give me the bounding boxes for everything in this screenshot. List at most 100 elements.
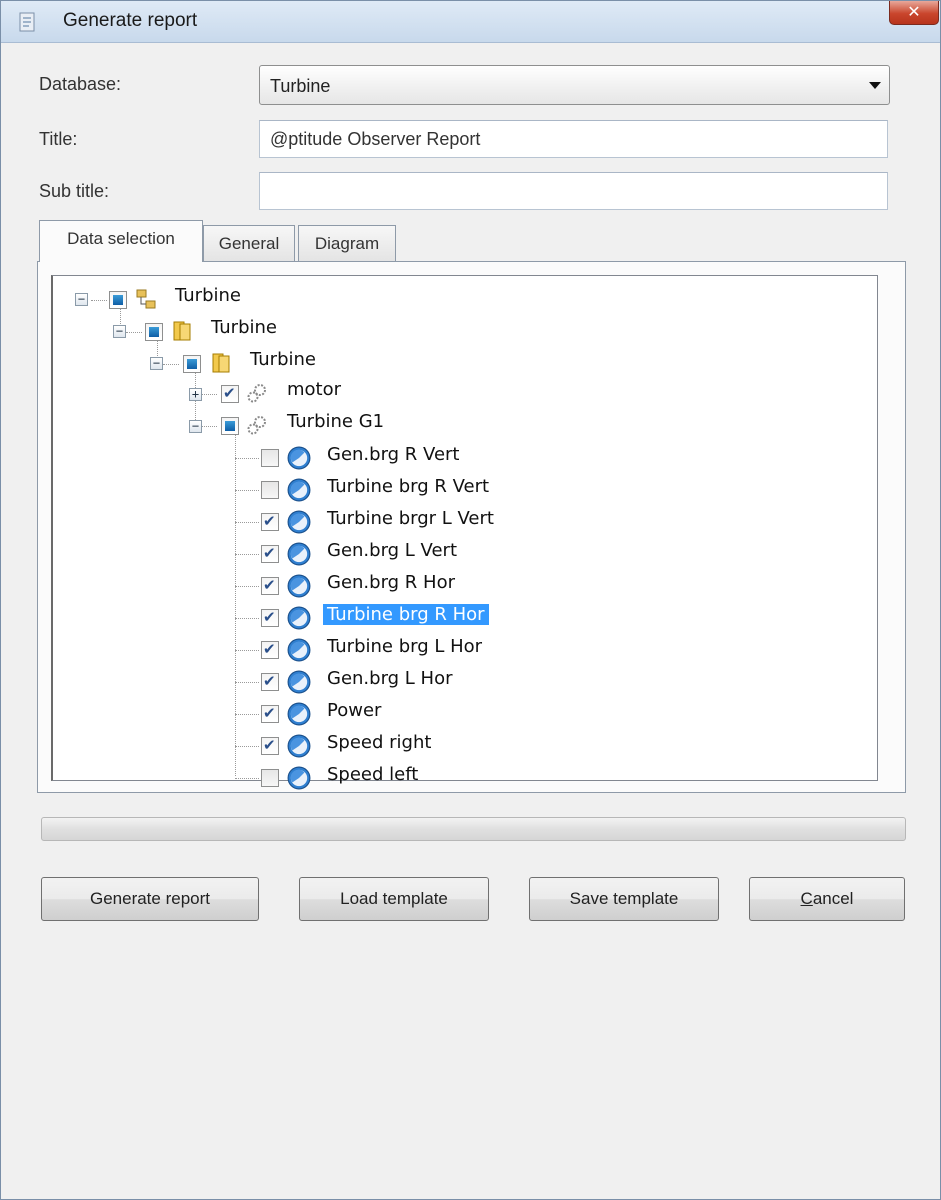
subtitle-field-box: [259, 172, 888, 210]
save-template-button[interactable]: Save template: [529, 877, 719, 921]
tree-connector: [235, 778, 259, 779]
measurement-point-icon: [287, 446, 311, 470]
point-checkbox[interactable]: [261, 769, 279, 787]
tree-node-label[interactable]: Turbine: [175, 285, 241, 306]
point-label[interactable]: Gen.brg R Hor: [327, 572, 455, 593]
tab-data-selection[interactable]: Data selection: [39, 220, 203, 262]
point-checkbox[interactable]: [261, 512, 279, 531]
collapse-toggle[interactable]: −: [189, 420, 202, 433]
point-checkbox[interactable]: [261, 672, 279, 691]
tab-diagram[interactable]: Diagram: [298, 225, 396, 263]
data-tree[interactable]: − Turbine − Turbine − Turbine + ✔ motor …: [51, 275, 878, 790]
point-checkbox[interactable]: [261, 608, 279, 627]
button-label: ancel: [812, 889, 854, 908]
tree-node-label[interactable]: Turbine G1: [287, 411, 384, 432]
point-checkbox[interactable]: [261, 736, 279, 755]
close-button[interactable]: ✕: [889, 1, 939, 25]
generate-report-dialog: Generate report ✕ Database: Turbine Titl…: [0, 0, 941, 1200]
expand-toggle[interactable]: +: [189, 388, 202, 401]
gears-icon: [247, 416, 266, 435]
title-input[interactable]: [260, 121, 887, 157]
access-key: C: [800, 889, 813, 908]
point-label[interactable]: Turbine brgr L Vert: [327, 508, 494, 529]
tree-connector: [163, 364, 179, 365]
tab-label: Data selection: [67, 229, 175, 248]
measurement-point-icon: [287, 574, 311, 598]
button-label: Generate report: [89, 889, 210, 908]
point-checkbox[interactable]: [261, 640, 279, 659]
measurement-point-icon: [287, 638, 311, 662]
database-value: Turbine: [270, 76, 331, 96]
generate-report-button[interactable]: Generate report: [41, 877, 259, 921]
report-app-icon: [19, 12, 35, 32]
point-label[interactable]: Power: [327, 700, 381, 721]
tab-label: General: [218, 234, 280, 253]
tree-node-label[interactable]: motor: [287, 379, 341, 400]
tree-checkbox[interactable]: [145, 323, 163, 341]
point-checkbox[interactable]: [261, 481, 279, 499]
tree-checkbox[interactable]: [109, 291, 127, 309]
button-label: Save template: [569, 889, 679, 908]
folder-icon: [173, 321, 191, 341]
close-icon: ✕: [907, 2, 921, 21]
measurement-point-icon: [287, 702, 311, 726]
tree-node-label[interactable]: Turbine: [211, 317, 277, 338]
point-label[interactable]: Gen.brg L Vert: [327, 540, 457, 561]
tree-connector: [235, 554, 259, 555]
database-icon: [136, 289, 156, 309]
tree-connector: [235, 586, 259, 587]
tree-connector: [126, 332, 142, 333]
load-template-button[interactable]: Load template: [299, 877, 489, 921]
point-label[interactable]: Turbine brg L Hor: [327, 636, 482, 657]
measurement-point-icon: [287, 766, 311, 790]
point-label[interactable]: Gen.brg L Hor: [327, 668, 453, 689]
tree-connector: [201, 394, 217, 395]
collapse-toggle[interactable]: −: [113, 325, 126, 338]
tree-checkbox[interactable]: [221, 384, 239, 403]
chevron-down-icon[interactable]: [869, 82, 881, 89]
button-label: Load template: [340, 889, 448, 908]
tab-general[interactable]: General: [203, 225, 295, 263]
point-checkbox[interactable]: [261, 544, 279, 563]
measurement-point-icon: [287, 478, 311, 502]
measurement-point-icon: [287, 606, 311, 630]
tree-connector: [235, 714, 259, 715]
tree-connector: [235, 522, 259, 523]
tree-node-label[interactable]: Turbine: [250, 349, 316, 370]
point-checkbox[interactable]: [261, 449, 279, 467]
selected-point-label[interactable]: Turbine brg R Hor: [323, 604, 489, 625]
point-label[interactable]: Speed left: [327, 764, 418, 785]
cancel-button[interactable]: Cancel: [749, 877, 905, 921]
measurement-point-icon: [287, 734, 311, 758]
database-label: Database:: [39, 74, 122, 94]
title-field-box: [259, 120, 888, 158]
point-label[interactable]: Gen.brg R Vert: [327, 444, 460, 465]
tree-connector: [235, 650, 259, 651]
tree-connector: [235, 682, 259, 683]
tree-connector: [235, 432, 236, 776]
tree-checkbox[interactable]: [221, 417, 239, 435]
tree-connector: [235, 618, 259, 619]
window-title: Generate report: [63, 10, 198, 31]
collapse-toggle[interactable]: −: [150, 357, 163, 370]
tree-connector: [235, 490, 259, 491]
title-bar[interactable]: Generate report ✕: [1, 1, 940, 43]
point-label[interactable]: Speed right: [327, 732, 431, 753]
tab-label: Diagram: [314, 234, 380, 253]
point-checkbox[interactable]: [261, 576, 279, 595]
collapse-toggle[interactable]: −: [75, 293, 88, 306]
point-label[interactable]: Turbine brg R Vert: [327, 476, 489, 497]
point-checkbox[interactable]: [261, 704, 279, 723]
measurement-point-icon: [287, 510, 311, 534]
title-label: Title:: [39, 129, 78, 149]
tree-checkbox[interactable]: [183, 355, 201, 373]
measurement-point-icon: [287, 670, 311, 694]
subtitle-input[interactable]: [260, 173, 887, 209]
tree-connector: [91, 300, 107, 301]
gears-icon: [247, 384, 266, 403]
tree-connector: [201, 426, 217, 427]
database-select[interactable]: Turbine: [259, 65, 890, 105]
measurement-point-icon: [287, 542, 311, 566]
tree-connector: [235, 458, 259, 459]
tree-connector: [235, 746, 259, 747]
